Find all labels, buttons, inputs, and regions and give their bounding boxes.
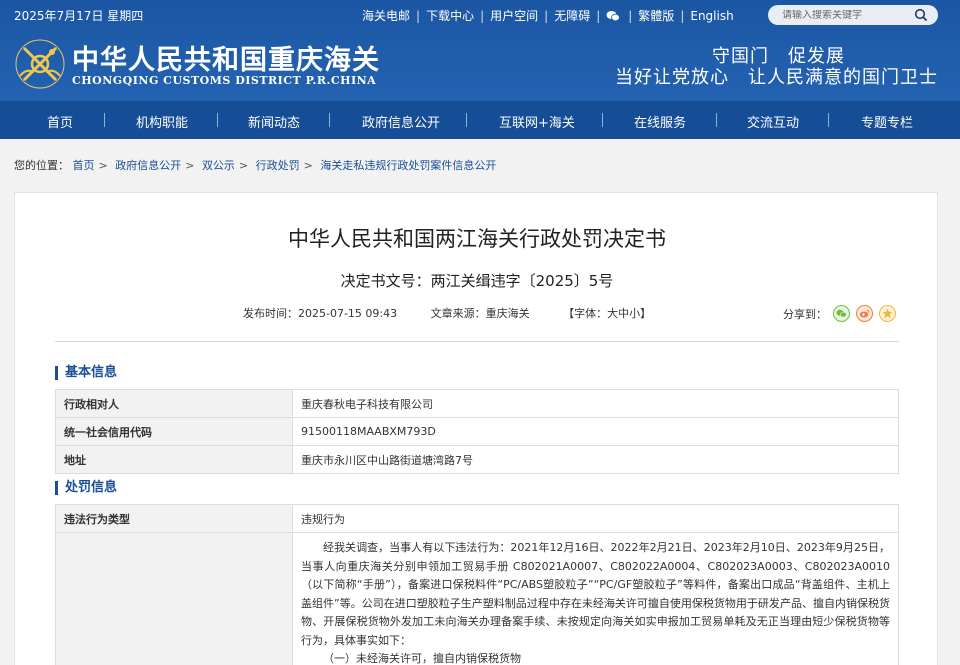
search-box <box>768 5 938 25</box>
table-row: 经我关调查，当事人有以下违法行为：2021年12月16日、2022年2月21日、… <box>55 532 899 665</box>
share-label: 分享到： <box>783 307 827 321</box>
top-link-user-space[interactable]: 用户空间 <box>490 7 538 24</box>
penalty-info-table: 违法行为类型 违规行为 经我关调查，当事人有以下违法行为：2021年12月16日… <box>55 504 899 665</box>
nav-item-special-topics[interactable]: 专题专栏 <box>861 112 913 131</box>
breadcrumb-arrow: > <box>238 159 249 172</box>
breadcrumb-admin-penalty[interactable]: 行政处罚 <box>256 159 300 172</box>
breadcrumb-gov-info[interactable]: 政府信息公开 <box>115 159 181 172</box>
table-row: 违法行为类型 违规行为 <box>55 504 899 533</box>
top-link-english[interactable]: English <box>690 9 733 23</box>
separator: | <box>544 8 549 23</box>
top-link-email[interactable]: 海关电邮 <box>362 7 410 24</box>
table-value: 重庆市永川区中山路街道塘湾路7号 <box>292 445 899 474</box>
document-number: 决定书文号：两江关缉违字〔2025〕5号 <box>340 272 614 290</box>
separator: | <box>596 8 601 23</box>
nav-item-organization[interactable]: 机构职能 <box>136 112 188 131</box>
article-meta: 发布时间：2025-07-15 09:43 文章来源：重庆海关 【字体：大中小】 <box>243 305 651 321</box>
nav-item-interaction[interactable]: 交流互动 <box>747 112 799 131</box>
breadcrumb-label: 您的位置： <box>14 159 69 172</box>
separator: | <box>416 8 421 23</box>
table-value: 违规行为 <box>292 504 899 533</box>
penalty-info-heading: 处罚信息 <box>55 481 117 495</box>
table-row: 行政相对人 重庆春秋电子科技有限公司 <box>55 389 899 418</box>
share-bar: 分享到： <box>783 305 896 322</box>
nav-divider <box>828 113 829 127</box>
slogan-line-2: 当好让党放心 让人民满意的国门卫士 <box>615 67 938 88</box>
table-row: 统一社会信用代码 91500118MAABXM793D <box>55 417 899 446</box>
facts-paragraph: 经我关调查，当事人有以下违法行为：2021年12月16日、2022年2月21日、… <box>301 541 890 647</box>
site-header: 2025年7月17日 星期四 海关电邮 | 下载中心 | 用户空间 | 无障碍 … <box>0 0 960 101</box>
table-key: 地址 <box>55 445 293 474</box>
top-links: 海关电邮 | 下载中心 | 用户空间 | 无障碍 | | 繁體版 | Engli… <box>362 7 734 24</box>
top-link-traditional[interactable]: 繁體版 <box>638 7 674 24</box>
breadcrumb: 您的位置： 首页 > 政府信息公开 > 双公示 > 行政处罚 > 海关走私违规行政处罚案… <box>14 157 496 173</box>
customs-emblem-icon[interactable] <box>14 38 66 90</box>
table-key: 统一社会信用代码 <box>55 417 293 446</box>
top-link-accessibility[interactable]: 无障碍 <box>554 7 590 24</box>
publish-time: 发布时间：2025-07-15 09:43 <box>243 307 398 320</box>
article-panel: 中华人民共和国两江海关行政处罚决定书 决定书文号：两江关缉违字〔2025〕5号 … <box>14 192 938 665</box>
nav-divider <box>466 113 467 127</box>
wechat-share-icon[interactable] <box>833 305 850 322</box>
font-size-control[interactable]: 【字体：大中小】 <box>563 307 651 320</box>
facts-item: （一）未经海关许可，擅自内销保税货物 <box>323 652 521 665</box>
site-subtitle: CHONGQING CUSTOMS DISTRICT P.R.CHINA <box>72 74 377 87</box>
page: 2025年7月17日 星期四 海关电邮 | 下载中心 | 用户空间 | 无障碍 … <box>0 0 960 665</box>
breadcrumb-current[interactable]: 海关走私违规行政处罚案件信息公开 <box>320 159 496 172</box>
facts-cell: 经我关调查，当事人有以下违法行为：2021年12月16日、2022年2月21日、… <box>292 532 899 665</box>
breadcrumb-arrow: > <box>98 159 108 172</box>
article-title: 中华人民共和国两江海关行政处罚决定书 <box>288 227 666 251</box>
nav-divider <box>716 113 717 127</box>
nav-item-online-service[interactable]: 在线服务 <box>634 112 686 131</box>
table-key: 违法行为类型 <box>55 504 293 533</box>
table-key <box>55 532 293 665</box>
nav-item-home[interactable]: 首页 <box>47 112 73 131</box>
table-value: 重庆春秋电子科技有限公司 <box>292 389 899 418</box>
nav-item-gov-info[interactable]: 政府信息公开 <box>362 112 440 131</box>
top-bar: 2025年7月17日 星期四 海关电邮 | 下载中心 | 用户空间 | 无障碍 … <box>0 0 960 30</box>
nav-divider <box>217 113 218 127</box>
nav-item-news[interactable]: 新闻动态 <box>248 112 300 131</box>
search-icon <box>914 8 928 22</box>
table-key: 行政相对人 <box>55 389 293 418</box>
current-date: 2025年7月17日 星期四 <box>14 9 144 23</box>
nav-divider <box>602 113 603 127</box>
separator: | <box>680 8 685 23</box>
basic-info-heading: 基本信息 <box>55 366 117 380</box>
nav-divider <box>329 113 330 127</box>
top-link-download[interactable]: 下载中心 <box>426 7 474 24</box>
basic-info-table: 行政相对人 重庆春秋电子科技有限公司 统一社会信用代码 91500118MAAB… <box>55 389 899 474</box>
favorite-star-icon[interactable] <box>879 305 896 322</box>
wechat-icon[interactable] <box>606 9 622 23</box>
table-row: 地址 重庆市永川区中山路街道塘湾路7号 <box>55 445 899 474</box>
divider <box>55 341 899 342</box>
main-nav: 首页 机构职能 新闻动态 政府信息公开 互联网+海关 在线服务 交流互动 专题专… <box>0 101 960 139</box>
breadcrumb-arrow: > <box>185 159 195 172</box>
nav-divider <box>104 113 105 127</box>
site-title: 中华人民共和国重庆海关 <box>72 45 380 76</box>
table-value: 91500118MAABXM793D <box>292 417 899 446</box>
nav-item-internet-customs[interactable]: 互联网+海关 <box>499 112 575 131</box>
breadcrumb-double-publicity[interactable]: 双公示 <box>202 159 235 172</box>
breadcrumb-arrow: > <box>303 159 313 172</box>
weibo-share-icon[interactable] <box>856 305 873 322</box>
breadcrumb-home[interactable]: 首页 <box>73 159 95 172</box>
search-button[interactable] <box>908 7 934 23</box>
separator: | <box>480 8 485 23</box>
search-input[interactable] <box>782 9 912 21</box>
separator: | <box>628 8 633 23</box>
article-source: 文章来源：重庆海关 <box>430 307 530 320</box>
